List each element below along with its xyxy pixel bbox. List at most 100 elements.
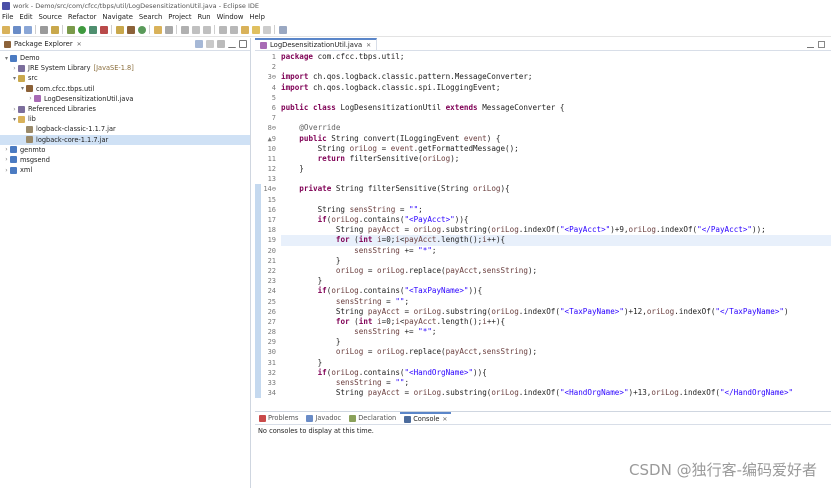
view-menu-icon[interactable] (217, 40, 225, 48)
run-icon[interactable] (78, 25, 86, 34)
tree-item[interactable]: ▾ lib (0, 114, 250, 124)
save-all-icon[interactable] (24, 25, 32, 34)
tree-item[interactable]: ▾ Demo (0, 53, 250, 63)
code-line[interactable]: 31 } (255, 357, 831, 368)
code-line[interactable]: 17 if(oriLog.contains("<PayAcct>")){ (255, 215, 831, 226)
tree-item[interactable]: › Referenced Libraries (0, 104, 250, 114)
open-type-icon[interactable] (154, 25, 162, 34)
code-line[interactable]: 1 package com.cfcc.tbps.util; (255, 52, 831, 62)
code-line[interactable]: 23 } (255, 276, 831, 287)
chevron-right-icon[interactable]: › (3, 167, 10, 174)
code-line[interactable]: 25 sensString = ""; (255, 296, 831, 307)
code-line[interactable]: 34 String payAcct = oriLog.substring(ori… (255, 388, 831, 399)
search-icon[interactable] (165, 25, 173, 34)
code-line[interactable]: 26 String payAcct = oriLog.substring(ori… (255, 306, 831, 317)
code-line[interactable]: 10 String oriLog = event.getFormattedMes… (255, 144, 831, 154)
minimize-icon[interactable] (228, 40, 236, 48)
code-editor[interactable]: 1 package com.cfcc.tbps.util; 2 3⊖ import c… (255, 52, 831, 409)
tree-item[interactable]: › msgsend (0, 155, 250, 165)
tree-item[interactable]: › xml (0, 165, 250, 175)
code-line[interactable]: 2 (255, 62, 831, 72)
forward-icon[interactable] (263, 25, 271, 34)
new-class-icon[interactable] (138, 25, 146, 34)
code-line[interactable]: 22 oriLog = oriLog.replace(payAcct,sensS… (255, 265, 831, 277)
chevron-right-icon[interactable]: › (3, 156, 10, 163)
maximize-icon[interactable] (818, 41, 825, 48)
tree-item[interactable]: ▾ com.cfcc.tbps.util (0, 84, 250, 94)
code-line[interactable]: 18 String payAcct = oriLog.substring(ori… (255, 225, 831, 236)
tree-item[interactable]: › genmto (0, 145, 250, 155)
debug-icon[interactable] (67, 25, 75, 34)
code-line[interactable]: 20 sensString += "*"; (255, 245, 831, 256)
toggle-whitespace-icon[interactable] (203, 25, 211, 34)
code-line[interactable]: 24 if(oriLog.contains("<TaxPayName>")){ (255, 286, 831, 297)
last-edit-icon[interactable] (241, 25, 249, 34)
new-package-icon[interactable] (127, 25, 135, 34)
link-editor-icon[interactable] (206, 40, 214, 48)
tab-declaration[interactable]: Declaration (345, 412, 400, 425)
chevron-down-icon[interactable]: ▾ (19, 85, 26, 92)
menu-navigate[interactable]: Navigate (102, 13, 133, 21)
tab-editor-file[interactable]: LogDesensitizationUtil.java ✕ (255, 37, 378, 51)
chevron-right-icon[interactable]: › (11, 65, 18, 72)
code-line[interactable]: 16 String sensString = ""; (255, 204, 831, 215)
prev-annotation-icon[interactable] (230, 25, 238, 34)
chevron-right-icon[interactable]: › (11, 106, 18, 113)
tree-item[interactable]: › JRE System Library [JavaSE-1.8] (0, 63, 250, 73)
tree-item[interactable]: logback-core-1.1.7.jar (0, 134, 250, 145)
code-line[interactable]: 13 (255, 174, 831, 184)
code-line[interactable]: 33 sensString = ""; (255, 378, 831, 389)
print-icon[interactable] (40, 25, 48, 34)
code-line[interactable]: 11 return filterSensitive(oriLog); (255, 154, 831, 164)
code-line[interactable]: 29 } (255, 337, 831, 348)
menu-source[interactable]: Source (39, 13, 62, 21)
code-line[interactable]: 7 (255, 113, 831, 123)
chevron-down-icon[interactable]: ▾ (11, 75, 18, 82)
code-line[interactable]: 19 for (int i=0;i<payAcct.length();i++){ (255, 235, 831, 246)
menu-file[interactable]: File (2, 13, 13, 21)
code-line[interactable]: 27 for (int i=0;i<payAcct.length();i++){ (255, 316, 831, 328)
code-line[interactable]: 12 } (255, 164, 831, 174)
next-annotation-icon[interactable] (219, 25, 227, 34)
open-perspective-icon[interactable] (279, 25, 287, 34)
external-tools-icon[interactable] (100, 25, 108, 34)
close-icon[interactable]: ✕ (366, 42, 371, 49)
code-line[interactable]: 30 oriLog = oriLog.replace(payAcct,sensS… (255, 347, 831, 358)
code-line[interactable]: 3⊖ import ch.qos.logback.classic.pattern.… (255, 72, 831, 82)
minimize-icon[interactable] (807, 41, 814, 48)
code-line[interactable]: 6 public class LogDesensitizationUtil ext… (255, 103, 831, 113)
tree-item[interactable]: logback-classic-1.1.7.jar (0, 124, 250, 134)
menu-run[interactable]: Run (198, 13, 211, 21)
tree-item[interactable]: ▾ src (0, 73, 250, 83)
tab-problems[interactable]: Problems (255, 412, 302, 425)
new-icon[interactable] (2, 25, 10, 34)
chevron-right-icon[interactable]: › (3, 146, 10, 153)
chevron-down-icon[interactable]: ▾ (11, 116, 18, 123)
code-line[interactable]: 32 if(oriLog.contains("<HandOrgName>")){ (255, 367, 831, 378)
toggle-breadcrumb-icon[interactable] (192, 25, 200, 34)
close-icon[interactable]: ✕ (77, 41, 82, 48)
menu-window[interactable]: Window (217, 13, 244, 21)
build-icon[interactable] (51, 25, 59, 34)
code-line[interactable]: 15 (255, 194, 831, 205)
menu-edit[interactable]: Edit (19, 13, 32, 21)
chevron-down-icon[interactable]: ▾ (3, 55, 10, 62)
toggle-mark-icon[interactable] (181, 25, 189, 34)
code-line[interactable]: 5 (255, 93, 831, 103)
code-line[interactable]: 28 sensString += "*"; (255, 327, 831, 338)
tree-item[interactable]: › LogDesensitizationUtil.java (0, 94, 250, 104)
menu-refactor[interactable]: Refactor (68, 13, 97, 21)
back-icon[interactable] (252, 25, 260, 34)
maximize-icon[interactable] (239, 40, 247, 48)
code-line[interactable]: ▲9 public String convert(ILoggingEvent e… (255, 134, 831, 144)
collapse-all-icon[interactable] (195, 40, 203, 48)
menu-project[interactable]: Project (168, 13, 191, 21)
code-line[interactable]: 4 import ch.qos.logback.classic.spi.ILogg… (255, 83, 831, 93)
tab-package-explorer[interactable]: Package Explorer ✕ (0, 38, 86, 51)
coverage-icon[interactable] (89, 25, 97, 34)
close-icon[interactable]: ✕ (442, 416, 447, 423)
menu-search[interactable]: Search (139, 13, 162, 21)
tab-javadoc[interactable]: Javadoc (302, 412, 345, 425)
code-line[interactable]: 14⊖ private String filterSensitive(Strin… (255, 184, 831, 195)
save-icon[interactable] (13, 25, 21, 34)
